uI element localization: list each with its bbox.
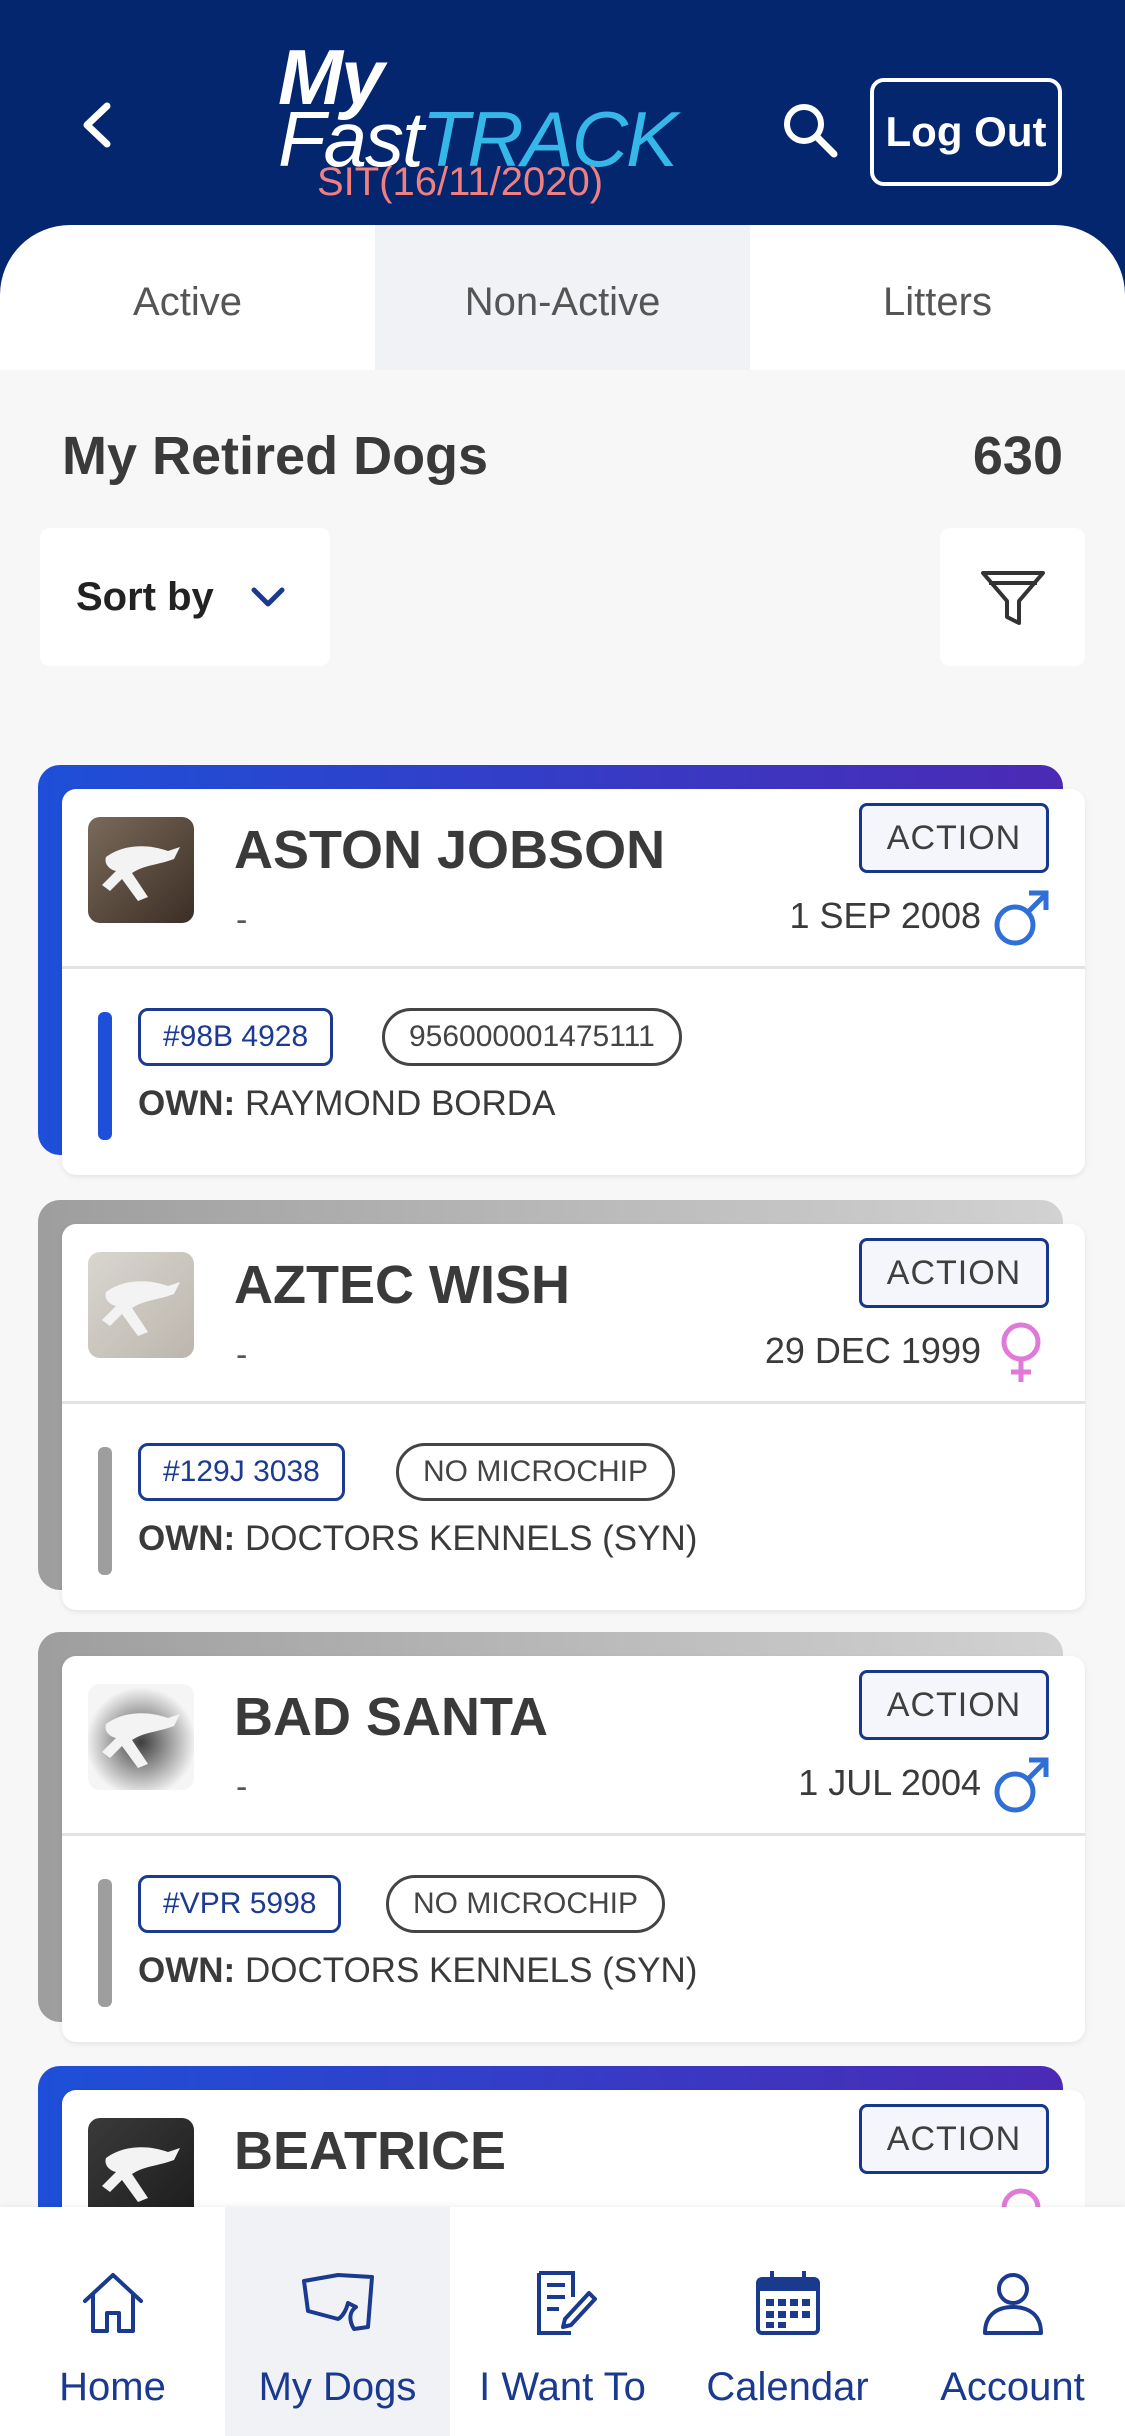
nav-i-want-to-label: I Want To bbox=[479, 2365, 646, 2409]
dog-name: BEATRICE bbox=[234, 2121, 507, 2181]
dog-subtitle: - bbox=[236, 901, 248, 939]
dog-subtitle: - bbox=[236, 1768, 248, 1806]
card-status-bar bbox=[98, 1879, 112, 2007]
female-icon bbox=[1001, 1322, 1041, 1382]
dog-count: 630 bbox=[972, 426, 1063, 486]
microchip-tag: NO MICROCHIP bbox=[396, 1443, 675, 1501]
status-tabs: Active Non-Active Litters bbox=[0, 225, 1125, 370]
environment-label: SIT(16/11/2020) bbox=[316, 160, 604, 204]
dog-card[interactable]: BEATRICE ACTION bbox=[38, 2066, 1085, 2216]
page-title: My Retired Dogs bbox=[62, 426, 489, 486]
filter-funnel-icon bbox=[980, 571, 1045, 625]
greyhound-icon bbox=[88, 2118, 194, 2216]
nav-calendar-label: Calendar bbox=[706, 2365, 869, 2409]
logout-button[interactable]: Log Out bbox=[870, 78, 1062, 186]
dog-name: BAD SANTA bbox=[234, 1687, 548, 1747]
nav-account[interactable]: Account bbox=[900, 2207, 1125, 2436]
dog-card-body: BEATRICE ACTION bbox=[62, 2090, 1085, 2216]
microchip-tag: 956000001475111 bbox=[382, 1008, 682, 1066]
tab-active[interactable]: Active bbox=[0, 225, 375, 370]
ear-brand-tag: #129J 3038 bbox=[138, 1443, 345, 1501]
dog-card-body: ASTON JOBSON - ACTION 1 SEP 2008 #98B 49… bbox=[62, 789, 1085, 1175]
dog-birth-date: 29 DEC 1999 bbox=[764, 1330, 981, 1371]
dog-name: AZTEC WISH bbox=[234, 1255, 570, 1315]
account-icon bbox=[973, 2263, 1053, 2343]
male-icon bbox=[994, 890, 1049, 946]
tab-non-active[interactable]: Non-Active bbox=[375, 225, 750, 370]
dog-card[interactable]: ASTON JOBSON - ACTION 1 SEP 2008 #98B 49… bbox=[38, 765, 1085, 1185]
action-button[interactable]: ACTION bbox=[859, 2104, 1049, 2174]
card-status-bar bbox=[98, 1447, 112, 1575]
edit-document-icon bbox=[523, 2263, 603, 2343]
calendar-icon bbox=[748, 2263, 828, 2343]
action-button[interactable]: ACTION bbox=[859, 803, 1049, 873]
dog-subtitle: - bbox=[236, 1336, 248, 1374]
microchip-tag: NO MICROCHIP bbox=[386, 1875, 665, 1933]
chevron-down-icon bbox=[250, 585, 286, 609]
nav-i-want-to[interactable]: I Want To bbox=[450, 2207, 675, 2436]
home-icon bbox=[73, 2263, 153, 2343]
owner-line: OWN: DOCTORS KENNELS (SYN) bbox=[138, 1951, 698, 1990]
greyhound-icon bbox=[88, 817, 194, 923]
chevron-left-icon bbox=[83, 102, 111, 148]
ear-brand-tag: #VPR 5998 bbox=[138, 1875, 342, 1933]
bottom-navigation: Home My Dogs I Want To Calendar Account bbox=[0, 2207, 1125, 2436]
nav-my-dogs-label: My Dogs bbox=[258, 2365, 417, 2409]
dog-icon bbox=[298, 2263, 378, 2343]
action-button[interactable]: ACTION bbox=[859, 1238, 1049, 1308]
greyhound-icon bbox=[88, 1684, 194, 1790]
back-button[interactable] bbox=[62, 90, 132, 160]
nav-home-label: Home bbox=[59, 2365, 166, 2409]
dog-card-body: BAD SANTA - ACTION 1 JUL 2004 #VPR 5998 … bbox=[62, 1656, 1085, 2042]
dog-card[interactable]: BAD SANTA - ACTION 1 JUL 2004 #VPR 5998 … bbox=[38, 1632, 1085, 2052]
tab-litters[interactable]: Litters bbox=[750, 225, 1125, 370]
filter-button[interactable] bbox=[940, 528, 1085, 666]
dog-birth-date: 1 SEP 2008 bbox=[789, 895, 982, 936]
owner-line: OWN: RAYMOND BORDA bbox=[138, 1084, 556, 1123]
male-icon bbox=[994, 1757, 1049, 1813]
owner-line: OWN: DOCTORS KENNELS (SYN) bbox=[138, 1519, 698, 1558]
dog-birth-date: 1 JUL 2004 bbox=[798, 1762, 981, 1803]
sort-dropdown[interactable]: Sort by bbox=[40, 528, 330, 666]
ear-brand-tag: #98B 4928 bbox=[138, 1008, 334, 1066]
search-button[interactable] bbox=[775, 95, 845, 165]
nav-my-dogs[interactable]: My Dogs bbox=[225, 2207, 450, 2436]
nav-home[interactable]: Home bbox=[0, 2207, 225, 2436]
search-icon bbox=[784, 104, 838, 158]
nav-account-label: Account bbox=[940, 2365, 1085, 2409]
dog-name: ASTON JOBSON bbox=[234, 820, 666, 880]
sort-label: Sort by bbox=[76, 574, 214, 619]
dog-card-body: AZTEC WISH - ACTION 29 DEC 1999 #129J 30… bbox=[62, 1224, 1085, 1610]
dog-card[interactable]: AZTEC WISH - ACTION 29 DEC 1999 #129J 30… bbox=[38, 1200, 1085, 1620]
greyhound-icon bbox=[88, 1252, 194, 1358]
action-button[interactable]: ACTION bbox=[859, 1670, 1049, 1740]
card-status-bar bbox=[98, 1012, 112, 1140]
nav-calendar[interactable]: Calendar bbox=[675, 2207, 900, 2436]
